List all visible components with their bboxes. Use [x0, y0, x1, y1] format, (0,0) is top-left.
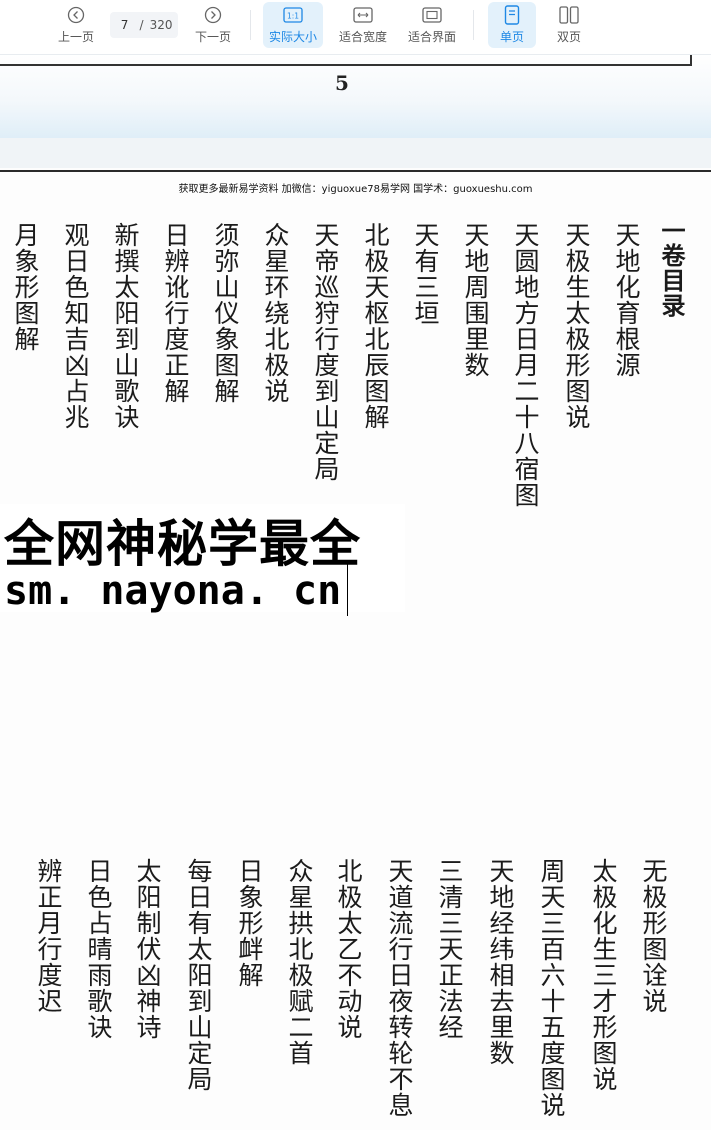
chevron-left-icon — [66, 5, 86, 25]
page-border-line — [690, 54, 692, 66]
single-page-icon — [502, 5, 522, 25]
fit-page-button[interactable]: 适合界面 — [403, 2, 461, 48]
chevron-right-icon — [203, 5, 223, 25]
page-separator: / — [139, 18, 144, 32]
toc-entry: 辨正月行度迟 — [34, 858, 63, 1014]
toc-entry: 须弥山仪象图解 — [211, 222, 240, 404]
fit-width-icon — [353, 5, 373, 25]
toc-entry: 众星环绕北极说 — [261, 222, 290, 404]
prev-page-button[interactable]: 上一页 — [52, 2, 100, 48]
fit-width-label: 适合宽度 — [338, 30, 387, 44]
viewer-toolbar: 上一页 / 320 下一页 1:1 实际大小 适合宽度 适合界面 — [0, 0, 711, 55]
next-page-button[interactable]: 下一页 — [189, 2, 237, 48]
toc-entry: 观日色知吉凶占兆 — [61, 222, 90, 430]
toc-entry: 天圆地方日月二十八宿图 — [511, 222, 540, 508]
total-pages: 320 — [149, 18, 173, 32]
actual-size-button[interactable]: 1:1 实际大小 — [263, 2, 323, 48]
toc-entry: 北极天枢北辰图解 — [361, 222, 390, 430]
toc-entry: 周天三百六十五度图说 — [537, 858, 566, 1118]
toc-entry: 天帝巡狩行度到山定局 — [311, 222, 340, 482]
watermark-title: 全网神秘学最全 — [4, 515, 361, 573]
toc-entry: 众星拱北极赋二首 — [285, 858, 314, 1066]
toc-entry: 日辨讹行度正解 — [161, 222, 190, 404]
toc-entry: 太阳制伏凶神诗 — [133, 858, 162, 1040]
double-page-icon — [559, 5, 579, 25]
toc-entry: 月象形图解 — [11, 222, 40, 352]
page-gap — [0, 138, 711, 168]
toc-entry: 天道流行日夜转轮不息 — [385, 858, 414, 1118]
toolbar-divider — [473, 10, 474, 40]
toc-entry: 日象形衅解 — [235, 858, 264, 988]
document-page: 获取更多最新易学资料 加微信：yiguoxue78易学网 国学术：guoxues… — [0, 168, 711, 1130]
double-page-label: 双页 — [556, 30, 581, 44]
prev-page-label: 上一页 — [57, 30, 94, 44]
toc-title: 一卷目录 — [657, 218, 685, 318]
toc-entry: 新撰太阳到山歌诀 — [111, 222, 140, 430]
toc-entry: 天地经纬相去里数 — [486, 858, 515, 1066]
page-border-line — [0, 170, 711, 172]
previous-page: 5 — [0, 54, 711, 138]
toc-entry: 每日有太阳到山定局 — [184, 858, 213, 1092]
single-page-button[interactable]: 单页 — [488, 2, 536, 48]
actual-size-icon: 1:1 — [283, 5, 303, 25]
page-header-note: 获取更多最新易学资料 加微信：yiguoxue78易学网 国学术：guoxues… — [178, 184, 533, 195]
fit-page-label: 适合界面 — [407, 30, 456, 44]
next-page-label: 下一页 — [194, 30, 231, 44]
watermark-url: sm. nayona. cn — [4, 568, 342, 614]
toc-entry: 天地化育根源 — [612, 222, 641, 378]
page-indicator: / 320 — [110, 12, 178, 38]
actual-size-icon-text: 1:1 — [287, 12, 299, 21]
fit-width-button[interactable]: 适合宽度 — [334, 2, 392, 48]
toc-entry: 三清三天正法经 — [435, 858, 464, 1040]
double-page-button[interactable]: 双页 — [545, 2, 593, 48]
toc-entry: 日色占晴雨歌诀 — [84, 858, 113, 1040]
page-number: 5 — [335, 71, 349, 95]
toc-entry: 北极太乙不动说 — [334, 858, 363, 1040]
toc-entry: 天极生太极形图说 — [562, 222, 591, 430]
toc-entry: 天地周围里数 — [461, 222, 490, 378]
toc-entry: 太极化生三才形图说 — [589, 858, 618, 1092]
single-page-label: 单页 — [499, 30, 524, 44]
text-caret — [347, 562, 348, 616]
toolbar-divider — [250, 10, 251, 40]
fit-page-icon — [422, 5, 442, 25]
toc-entry: 天有三垣 — [411, 222, 440, 326]
page-number-input[interactable] — [115, 18, 134, 32]
toc-entry: 无极形图诠说 — [639, 858, 668, 1014]
actual-size-label: 实际大小 — [268, 30, 317, 44]
page-border-line — [0, 64, 692, 66]
